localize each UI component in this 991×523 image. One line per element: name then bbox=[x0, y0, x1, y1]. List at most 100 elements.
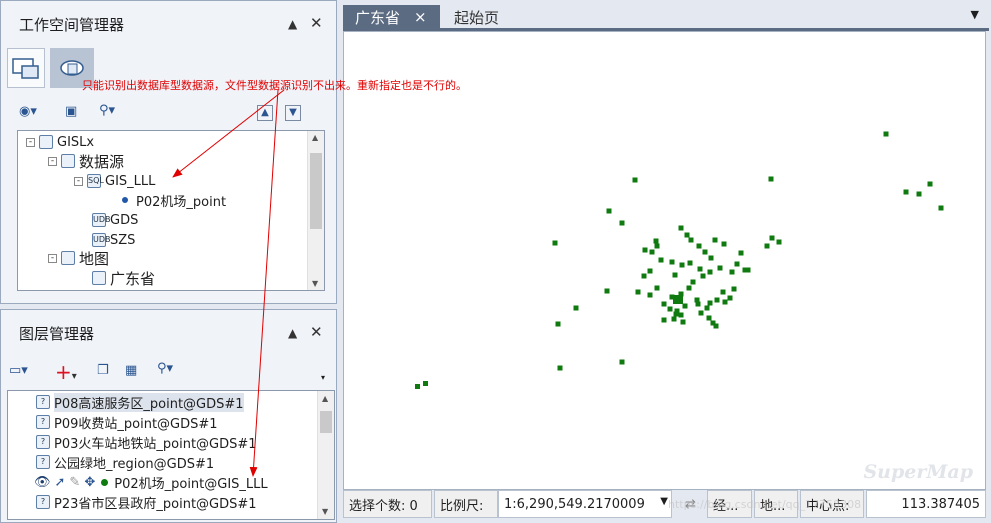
scroll-up-icon[interactable]: ▲ bbox=[312, 133, 318, 142]
layer-item[interactable]: ? P23省市区县政府_point@GDS#1 bbox=[36, 493, 257, 512]
map-point[interactable] bbox=[706, 315, 712, 321]
map-point[interactable] bbox=[883, 131, 889, 137]
editable-icon[interactable]: ✎ bbox=[69, 475, 80, 490]
close-icon[interactable]: ✕ bbox=[310, 323, 323, 341]
map-point[interactable] bbox=[694, 297, 700, 303]
layer-group-icon[interactable]: ❐ bbox=[97, 363, 109, 378]
map-point[interactable] bbox=[649, 249, 655, 255]
map-point[interactable] bbox=[696, 243, 702, 249]
map-point[interactable] bbox=[423, 381, 428, 386]
map-point[interactable] bbox=[722, 299, 728, 305]
map-point[interactable] bbox=[678, 225, 684, 231]
new-layer-icon[interactable]: ▭▾ bbox=[9, 363, 28, 378]
collapse-icon[interactable]: - bbox=[26, 137, 35, 147]
map-point[interactable] bbox=[738, 250, 744, 256]
move-up-icon[interactable]: ▲ bbox=[257, 105, 273, 121]
scrollbar-thumb[interactable] bbox=[310, 153, 322, 229]
map-point[interactable] bbox=[720, 289, 726, 295]
map-point[interactable] bbox=[687, 260, 693, 266]
map-point[interactable] bbox=[916, 191, 922, 197]
map-point[interactable] bbox=[680, 319, 686, 325]
map-point[interactable] bbox=[557, 365, 563, 371]
map-point[interactable] bbox=[661, 301, 667, 307]
map-point[interactable] bbox=[686, 285, 692, 291]
scroll-down-icon[interactable]: ▼ bbox=[322, 507, 328, 516]
layer-item[interactable]: ? P03火车站地铁站_point@GDS#1 bbox=[36, 433, 257, 452]
layer-item[interactable]: ? P09收费站_point@GDS#1 bbox=[36, 413, 218, 432]
map-point[interactable] bbox=[927, 181, 933, 187]
map-point[interactable] bbox=[690, 279, 696, 285]
selectable-icon[interactable]: ➚ bbox=[55, 475, 66, 490]
map-point[interactable] bbox=[938, 205, 944, 211]
map-point[interactable] bbox=[729, 269, 735, 275]
map-point[interactable] bbox=[573, 305, 579, 311]
tab-map-guangdong[interactable]: 广东省 × bbox=[343, 5, 440, 29]
map-point[interactable] bbox=[682, 303, 688, 309]
map-point[interactable] bbox=[731, 286, 737, 292]
map-point[interactable] bbox=[764, 243, 770, 249]
map-point[interactable] bbox=[641, 273, 647, 279]
layer-item[interactable]: ? 公园绿地_region@GDS#1 bbox=[36, 453, 214, 472]
map-point[interactable] bbox=[658, 257, 664, 263]
close-icon[interactable]: ✕ bbox=[310, 14, 323, 32]
collapse-icon[interactable]: - bbox=[48, 253, 57, 263]
map-point[interactable] bbox=[688, 237, 694, 243]
map-point[interactable] bbox=[769, 235, 775, 241]
map-point[interactable] bbox=[552, 240, 558, 246]
pin-icon[interactable]: ▲ bbox=[288, 326, 297, 340]
map-point[interactable] bbox=[684, 232, 690, 238]
collapse-icon[interactable]: - bbox=[74, 176, 83, 186]
map-point[interactable] bbox=[667, 306, 673, 312]
map-canvas[interactable] bbox=[344, 32, 986, 490]
layer-list-scrollbar[interactable]: ▲ ▼ bbox=[317, 391, 334, 519]
map-point[interactable] bbox=[903, 189, 909, 195]
search-icon[interactable]: ⚲▾ bbox=[99, 103, 115, 118]
map-point[interactable] bbox=[702, 249, 708, 255]
map-point[interactable] bbox=[619, 220, 625, 226]
snap-icon[interactable]: ✥ bbox=[84, 475, 95, 490]
map-point[interactable] bbox=[708, 255, 714, 261]
map-point[interactable] bbox=[704, 305, 710, 311]
map-view[interactable]: SuperMap bbox=[343, 31, 986, 490]
view-icon[interactable]: ◉▾ bbox=[19, 104, 37, 119]
search-icon[interactable]: ⚲▾ bbox=[157, 361, 173, 376]
pin-icon[interactable]: ▲ bbox=[288, 17, 297, 31]
tree-node-workspace[interactable]: - GISLx bbox=[26, 133, 94, 151]
map-point[interactable] bbox=[745, 267, 751, 273]
scale-combobox[interactable]: 1:6,290,549.2170009 ▼ bbox=[498, 490, 672, 518]
map-point[interactable] bbox=[606, 208, 612, 214]
map-point[interactable] bbox=[647, 268, 653, 274]
map-point[interactable] bbox=[713, 323, 719, 329]
map-point[interactable] bbox=[698, 310, 704, 316]
map-point[interactable] bbox=[604, 288, 610, 294]
map-point[interactable] bbox=[642, 247, 648, 253]
map-point[interactable] bbox=[654, 243, 660, 249]
tree-node-gds[interactable]: UDB GDS bbox=[92, 211, 138, 229]
tree-node-gis-lll[interactable]: - SQL GIS_LLL bbox=[74, 172, 155, 190]
tree-node-maps[interactable]: - 地图 bbox=[48, 249, 109, 268]
scale-dropdown-icon[interactable]: ▼ bbox=[660, 496, 668, 507]
collapse-icon[interactable]: - bbox=[48, 156, 57, 166]
scroll-down-icon[interactable]: ▼ bbox=[312, 279, 318, 288]
map-point[interactable] bbox=[678, 312, 684, 318]
visible-eye-icon[interactable]: 👁 bbox=[34, 475, 51, 490]
map-point[interactable] bbox=[647, 292, 653, 298]
map-point[interactable] bbox=[669, 259, 675, 265]
map-point[interactable] bbox=[415, 384, 420, 389]
tab-list-dropdown-icon[interactable]: ▼ bbox=[971, 8, 979, 21]
tree-node-map-guangdong[interactable]: 广东省 bbox=[92, 269, 155, 288]
map-point[interactable] bbox=[700, 273, 706, 279]
tree-node-datasources[interactable]: - 数据源 bbox=[48, 152, 124, 171]
map-point[interactable] bbox=[632, 177, 638, 183]
map-point[interactable] bbox=[707, 300, 713, 306]
move-down-icon[interactable]: ▼ bbox=[285, 105, 301, 121]
tab-close-icon[interactable]: × bbox=[414, 8, 427, 26]
status-center-value[interactable]: 113.387405 bbox=[866, 490, 986, 518]
map-point[interactable] bbox=[776, 239, 782, 245]
map-point[interactable] bbox=[672, 272, 678, 278]
map-point[interactable] bbox=[768, 176, 774, 182]
map-point[interactable] bbox=[671, 316, 677, 322]
map-point[interactable] bbox=[635, 289, 641, 295]
map-point[interactable] bbox=[555, 321, 561, 327]
map-point[interactable] bbox=[654, 285, 660, 291]
